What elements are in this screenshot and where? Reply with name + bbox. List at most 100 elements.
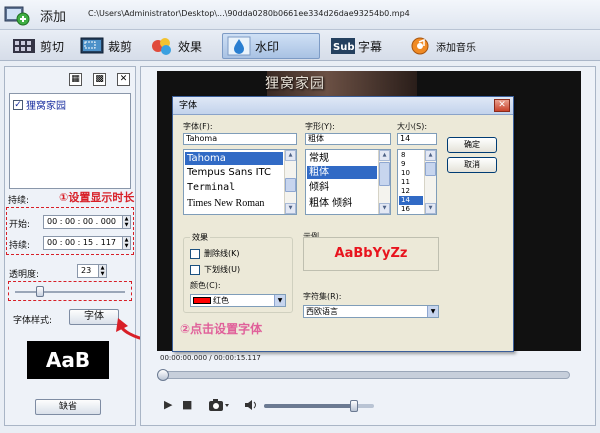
list-item[interactable]: 10 — [399, 169, 423, 178]
volume-icon[interactable] — [244, 398, 260, 412]
add-text-watermark-icon[interactable]: ▦ — [69, 73, 82, 86]
font-size-scrollbar[interactable]: ▲ ▼ — [424, 150, 436, 214]
checkbox-icon[interactable] — [190, 264, 200, 275]
cancel-button[interactable]: 取消 — [447, 157, 497, 173]
volume-fill — [264, 404, 355, 408]
font-dialog-title: 字体 — [173, 97, 513, 115]
scroll-thumb[interactable] — [425, 162, 436, 176]
font-size-input[interactable]: 14 — [397, 133, 437, 145]
scroll-thumb[interactable] — [285, 178, 296, 192]
watermark-list-toolbar: ▦ ▩ ✕ — [69, 73, 133, 87]
top-toolbar: 添加 C:\Users\Administrator\Desktop\...\90… — [0, 0, 600, 30]
play-icon[interactable]: ▶ — [164, 398, 172, 412]
start-time-input[interactable]: 00 : 00 : 00 . 000 ▲ ▼ — [43, 215, 131, 229]
ok-button[interactable]: 确定 — [447, 137, 497, 153]
list-item[interactable]: 14 — [399, 196, 423, 205]
tab-add-music[interactable]: 添加音乐 — [408, 33, 498, 59]
file-path: C:\Users\Administrator\Desktop\...\90dda… — [88, 9, 410, 18]
duration-time-input[interactable]: 00 : 00 : 15 . 117 ▲ ▼ — [43, 236, 131, 250]
opacity-slider-track[interactable] — [15, 291, 125, 293]
font-family-scrollbar[interactable]: ▲ ▼ — [284, 150, 296, 214]
delete-watermark-icon[interactable]: ✕ — [117, 73, 130, 86]
color-label: 颜色(C): — [190, 281, 221, 290]
opacity-slider-thumb[interactable] — [36, 286, 45, 297]
opacity-label: 透明度: — [9, 270, 40, 280]
duration-time-value: 00 : 00 : 15 . 117 — [47, 238, 116, 247]
font-family-input[interactable]: Tahoma — [183, 133, 297, 145]
spin-arrows-icon[interactable]: ▲ ▼ — [98, 265, 106, 277]
effects-icon — [150, 36, 174, 56]
tab-crop-label: 裁剪 — [108, 39, 133, 54]
strikeout-label: 删除线(K) — [204, 249, 240, 258]
list-item[interactable]: Times New Roman — [185, 197, 283, 210]
seek-thumb[interactable] — [157, 369, 169, 381]
font-family-label: 字体(F): — [183, 122, 213, 131]
scroll-thumb[interactable] — [379, 162, 390, 186]
tab-cut[interactable]: 剪切 — [12, 33, 76, 59]
add-file-button[interactable]: 添加 — [4, 3, 80, 27]
watermark-list[interactable]: ✓ 狸窝家园 — [9, 93, 131, 189]
scroll-up-icon[interactable]: ▲ — [379, 150, 390, 161]
list-item[interactable]: 16 — [399, 205, 423, 214]
font-sample: AaBbYyZz — [303, 237, 439, 271]
volume-slider[interactable] — [264, 400, 374, 412]
tab-subtitle[interactable]: Sub 字幕 — [330, 33, 402, 59]
subtitle-icon: Sub — [330, 36, 355, 56]
list-item[interactable]: 倾斜 — [307, 181, 377, 194]
opacity-input[interactable]: 23 ▲ ▼ — [77, 264, 107, 278]
list-item[interactable]: ✓ 狸窝家园 — [13, 97, 66, 112]
watermark-settings-panel: ▦ ▩ ✕ ✓ 狸窝家园 持续: ①设置显示时长 开始: 00 : 00 : 0… — [4, 66, 136, 426]
scroll-up-icon[interactable]: ▲ — [285, 150, 296, 161]
scroll-down-icon[interactable]: ▼ — [285, 203, 296, 214]
font-style-scrollbar[interactable]: ▲ ▼ — [378, 150, 390, 214]
list-item[interactable]: 粗体 倾斜 — [307, 197, 377, 210]
close-icon[interactable]: ✕ — [494, 99, 510, 112]
color-swatch — [193, 297, 211, 304]
font-dialog: 字体 ✕ 字体(F): Tahoma Tahoma Tempus Sans IT… — [172, 96, 514, 352]
list-item[interactable]: 11 — [399, 178, 423, 187]
font-preview: AaB — [27, 341, 109, 379]
video-watermark-text[interactable]: 狸窝家园 — [265, 73, 325, 93]
checkbox-icon[interactable] — [190, 248, 200, 259]
scroll-down-icon[interactable]: ▼ — [425, 203, 436, 214]
spin-arrows-icon[interactable]: ▲ ▼ — [122, 237, 130, 249]
scroll-down-icon[interactable]: ▼ — [379, 203, 390, 214]
crop-screen-icon — [80, 36, 104, 56]
seek-bar[interactable] — [157, 369, 570, 381]
list-item[interactable]: 常规 — [307, 152, 377, 165]
chevron-down-icon[interactable]: ▼ — [427, 306, 438, 317]
font-style-list[interactable]: 常规 粗体 倾斜 粗体 倾斜 ▲ ▼ — [305, 149, 391, 215]
list-item[interactable]: Tempus Sans ITC — [185, 166, 283, 179]
list-item[interactable]: Tahoma — [185, 152, 283, 165]
list-item[interactable]: 粗体 — [307, 166, 377, 179]
font-family-list[interactable]: Tahoma Tempus Sans ITC Terminal Times Ne… — [183, 149, 297, 215]
scroll-up-icon[interactable]: ▲ — [425, 150, 436, 161]
font-style-input[interactable]: 粗体 — [305, 133, 391, 145]
film-strip-icon — [12, 36, 36, 56]
list-item[interactable]: 9 — [399, 160, 423, 169]
camera-icon[interactable] — [208, 398, 230, 412]
tab-crop[interactable]: 裁剪 — [80, 33, 144, 59]
font-style-label: 字体样式: — [13, 316, 53, 326]
svg-text:Sub: Sub — [333, 42, 354, 53]
opacity-value: 23 — [81, 266, 92, 275]
list-item[interactable]: 12 — [399, 187, 423, 196]
underline-checkbox[interactable]: 下划线(U) — [190, 264, 240, 275]
font-size-list[interactable]: 8 9 10 11 12 14 16 ▲ ▼ — [397, 149, 437, 215]
annotation-step-1: ①设置显示时长 — [59, 191, 135, 204]
tab-watermark[interactable]: 水印 — [222, 33, 320, 59]
charset-select[interactable]: 西欧语言 ▼ — [303, 305, 439, 318]
chevron-down-icon[interactable]: ▼ — [274, 295, 285, 306]
volume-thumb[interactable] — [350, 400, 359, 412]
list-item[interactable]: 8 — [399, 151, 423, 160]
list-item[interactable]: Terminal — [185, 181, 283, 194]
spin-arrows-icon[interactable]: ▲ ▼ — [122, 216, 130, 228]
effects-group-title: 效果 — [190, 232, 210, 243]
stop-icon[interactable]: ■ — [182, 398, 192, 412]
tab-effects[interactable]: 效果 — [150, 33, 220, 59]
color-select[interactable]: 红色 ▼ — [190, 294, 286, 307]
add-image-watermark-icon[interactable]: ▩ — [93, 73, 106, 86]
checkbox-checked-icon[interactable]: ✓ — [13, 99, 23, 110]
default-button[interactable]: 缺省 — [35, 399, 101, 415]
strikeout-checkbox[interactable]: 删除线(K) — [190, 248, 240, 259]
